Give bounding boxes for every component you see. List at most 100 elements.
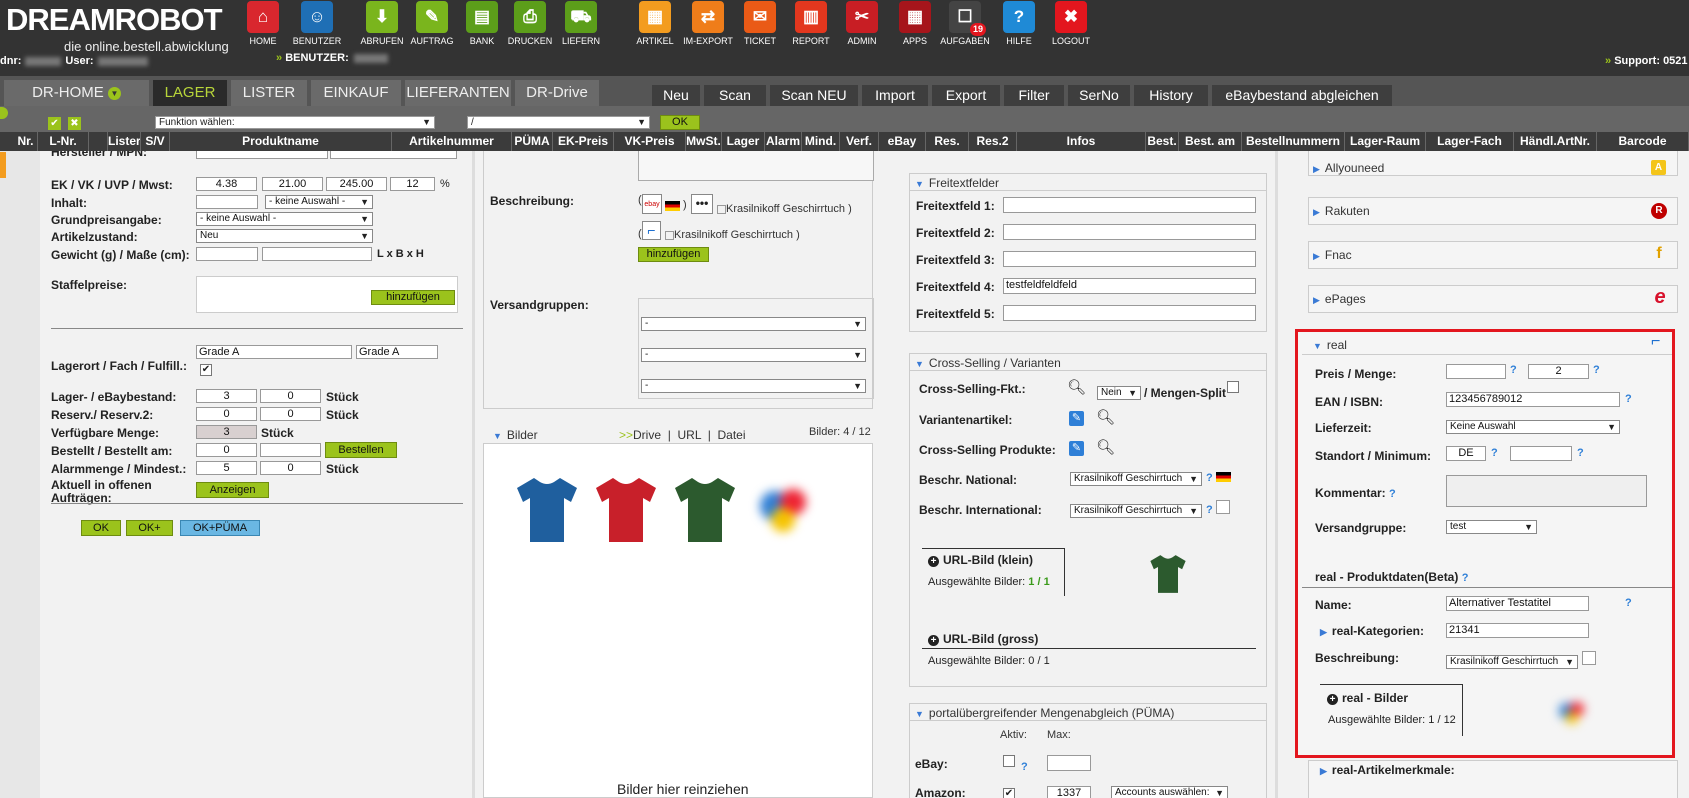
column-bestellnummern[interactable]: Bestellnummern <box>1242 132 1345 151</box>
url-bild-gross-header[interactable]: + URL-Bild (gross) <box>928 632 1038 646</box>
gewicht-input[interactable] <box>196 247 258 261</box>
description-add-button[interactable]: hinzufügen <box>638 247 709 262</box>
help-icon[interactable]: ? <box>1206 472 1213 484</box>
national-select[interactable]: Krasilnikoff Geschirrtuch <box>1070 472 1202 486</box>
add-circle-icon[interactable]: + <box>1327 694 1338 705</box>
url-bild-klein-thumb[interactable] <box>1148 554 1188 597</box>
freitext-input-1[interactable] <box>1003 197 1256 213</box>
ebaybestand-input[interactable]: 0 <box>260 389 321 403</box>
freitext-input-4[interactable]: testfeldfeldfeld <box>1003 278 1256 294</box>
product-image-blurred[interactable] <box>752 472 816 548</box>
column-h-ndl-artnr-[interactable]: Händl.ArtNr. <box>1514 132 1597 151</box>
puema-amazon-checkbox[interactable]: ✔ <box>1003 788 1015 798</box>
column-l-nr-[interactable]: L-Nr. <box>38 132 89 151</box>
help-icon[interactable]: ? <box>1577 447 1584 459</box>
search-icon[interactable]: 🔍︎ <box>1067 378 1086 396</box>
inhalt-input[interactable] <box>196 195 258 209</box>
real-ean-input[interactable]: 123456789012 <box>1446 392 1620 407</box>
bestellen-button[interactable]: Bestellen <box>325 442 397 458</box>
tab-lager[interactable]: LAGER <box>153 80 227 106</box>
subtab-neu[interactable]: Neu <box>652 85 700 106</box>
real-kommentar-textarea[interactable] <box>1446 475 1647 507</box>
ebay-icon[interactable]: ebay <box>642 194 662 214</box>
international-select[interactable]: Krasilnikoff Geschirrtuch <box>1070 504 1202 518</box>
help-icon[interactable]: ? <box>1593 364 1600 376</box>
staffel-add-button[interactable]: hinzufügen <box>371 290 455 305</box>
nav-ticket[interactable]: ✉ TICKET <box>731 0 789 46</box>
nav-home[interactable]: ⌂ HOME <box>234 0 292 46</box>
mengen-split-checkbox[interactable] <box>1227 381 1239 393</box>
column-barcode[interactable]: Barcode <box>1597 132 1689 151</box>
column-s-v[interactable]: S/V <box>141 132 170 151</box>
column-res-[interactable]: Res. <box>926 132 969 151</box>
freitext-header[interactable]: ▼ Freitextfelder <box>915 176 999 190</box>
real-versand-select[interactable]: test <box>1446 520 1537 534</box>
description-textarea[interactable] <box>638 151 874 181</box>
real-icon[interactable]: ⌐ <box>642 221 661 240</box>
nav-liefern[interactable]: ⛟ LIEFERN <box>552 0 610 46</box>
real-standort-input[interactable]: DE <box>1446 446 1486 461</box>
real-beschreibung-select[interactable]: Krasilnikoff Geschirrtuch <box>1446 655 1578 669</box>
function-select[interactable]: Funktion wählen: <box>155 116 435 129</box>
grundpreis-select[interactable]: - keine Auswahl - <box>196 212 373 226</box>
search-icon[interactable]: 🔍︎ <box>1096 438 1115 456</box>
help-icon[interactable]: ? <box>1625 597 1632 609</box>
search-icon[interactable]: 🔍︎ <box>1096 408 1115 426</box>
real-name-input[interactable]: Alternativer Testatitel <box>1446 596 1589 611</box>
bestellt-input[interactable]: 0 <box>196 443 257 457</box>
column-lager-fach[interactable]: Lager-Fach <box>1426 132 1514 151</box>
subtab-export[interactable]: Export <box>932 85 1000 106</box>
column-best-[interactable]: Best. <box>1146 132 1179 151</box>
help-icon[interactable]: ? <box>1625 393 1632 405</box>
side-flag[interactable] <box>0 152 6 178</box>
column-best-am[interactable]: Best. am <box>1179 132 1242 151</box>
check-all-icon[interactable]: ✔ <box>48 117 61 130</box>
real-bilder-header[interactable]: + real - Bilder <box>1327 691 1408 705</box>
ok-button[interactable]: OK <box>81 520 121 536</box>
nav-artikel[interactable]: ▦ ARTIKEL <box>626 0 684 46</box>
real-kategorien-input[interactable]: 21341 <box>1446 623 1589 638</box>
drive-link[interactable]: Drive <box>633 428 661 442</box>
tab-lister[interactable]: LISTER <box>231 80 307 106</box>
column-nr-[interactable]: Nr. <box>14 132 38 151</box>
function-ok-button[interactable]: OK <box>660 115 700 130</box>
help-icon[interactable]: ? <box>1491 447 1498 459</box>
uvp-input[interactable]: 245.00 <box>326 177 387 191</box>
mpn-input[interactable] <box>330 151 457 159</box>
nav-im-export[interactable]: ⇄ IM-EXPORT <box>679 0 737 46</box>
real-preis-input[interactable] <box>1446 364 1506 379</box>
masse-input[interactable] <box>262 247 372 261</box>
url-link[interactable]: URL <box>677 428 701 442</box>
lager-fulfill-input[interactable]: Grade A <box>356 345 438 359</box>
column-alarm[interactable]: Alarm <box>765 132 802 151</box>
more-icon[interactable]: ••• <box>691 194 713 214</box>
subtab-ebaybestand[interactable]: eBaybestand abgleichen <box>1212 85 1392 106</box>
column-res-2[interactable]: Res.2 <box>969 132 1017 151</box>
cross-header[interactable]: ▼ Cross-Selling / Varianten <box>915 356 1061 370</box>
subtab-filter[interactable]: Filter <box>1004 85 1064 106</box>
column-mwst-[interactable]: MwSt. <box>686 132 722 151</box>
column-lager[interactable]: Lager <box>722 132 765 151</box>
alarm-input[interactable]: 5 <box>196 461 257 475</box>
product-image-blue[interactable] <box>515 472 579 548</box>
bilder-header[interactable]: ▼ Bilder <box>493 428 538 442</box>
edit-icon[interactable]: ✎ <box>1069 411 1084 426</box>
bestellt-am-input[interactable] <box>260 443 321 457</box>
versandgruppe-select-1[interactable]: - <box>641 317 866 331</box>
reserv-input[interactable]: 0 <box>196 407 257 421</box>
column-lager-raum[interactable]: Lager-Raum <box>1345 132 1426 151</box>
reserv2-input[interactable]: 0 <box>260 407 321 421</box>
anzeigen-button[interactable]: Anzeigen <box>196 482 269 498</box>
subtab-scan-neu[interactable]: Scan NEU <box>770 85 858 106</box>
mwst-input[interactable]: 12 <box>390 177 435 191</box>
column-spacer[interactable] <box>89 132 108 151</box>
ok-plus-button[interactable]: OK+ <box>126 520 173 536</box>
versandgruppe-select-2[interactable]: - <box>641 348 866 362</box>
lagerbestand-input[interactable]: 3 <box>196 389 257 403</box>
cross-fkt-select[interactable]: Nein <box>1097 386 1141 400</box>
puema-ebay-checkbox[interactable] <box>1003 755 1015 767</box>
url-bild-klein-header[interactable]: + URL-Bild (klein) <box>928 553 1033 567</box>
datei-link[interactable]: Datei <box>718 428 746 442</box>
column-lister[interactable]: Lister <box>108 132 141 151</box>
edit-icon[interactable]: ✎ <box>1069 441 1084 456</box>
